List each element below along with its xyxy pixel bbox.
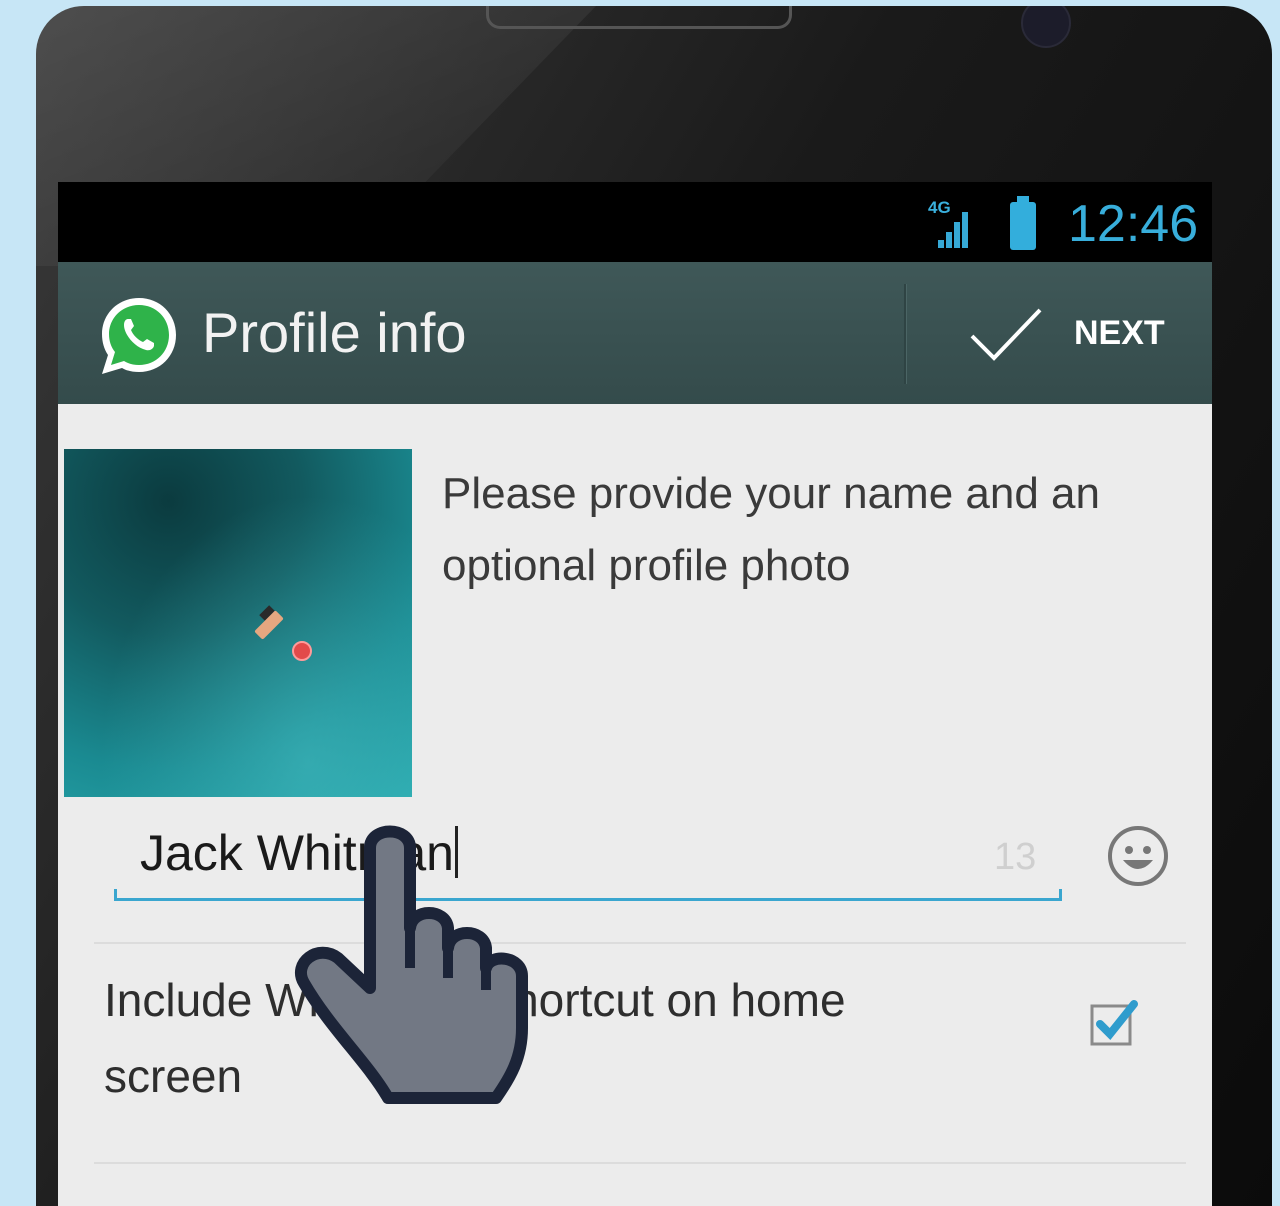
smiley-icon[interactable]: [1106, 824, 1170, 888]
page-title: Profile info: [202, 301, 467, 364]
checkmark-icon: [970, 308, 1042, 361]
next-label: NEXT: [1074, 314, 1165, 352]
action-divider: [904, 284, 906, 384]
whatsapp-logo-icon: [102, 298, 176, 374]
phone-camera: [1021, 6, 1071, 48]
divider: [94, 1162, 1186, 1164]
battery-icon: [1010, 196, 1036, 250]
next-button[interactable]: NEXT: [958, 292, 1188, 382]
phone-frame: 4G 12:46 Profile info NEXT Please provid…: [36, 6, 1272, 1206]
divider: [94, 942, 1186, 944]
instructions-text: Please provide your name and an optional…: [442, 469, 1100, 590]
char-counter: 13: [994, 836, 1037, 878]
status-bar: 4G 12:46: [58, 182, 1212, 262]
shortcut-checkbox[interactable]: [1090, 998, 1140, 1048]
pointer-hand-icon: [295, 825, 528, 1104]
shortcut-label: Include WhatsApp shortcut on home screen: [104, 974, 846, 1102]
name-field[interactable]: Jack Whitman 13: [114, 806, 1062, 901]
network-label: 4G: [928, 198, 951, 217]
phone-screen: 4G 12:46 Profile info NEXT Please provid…: [58, 182, 1212, 1206]
phone-speaker: [486, 6, 792, 29]
profile-photo[interactable]: [64, 449, 412, 797]
action-bar: Profile info NEXT: [58, 262, 1212, 404]
status-time: 12:46: [1068, 195, 1199, 253]
